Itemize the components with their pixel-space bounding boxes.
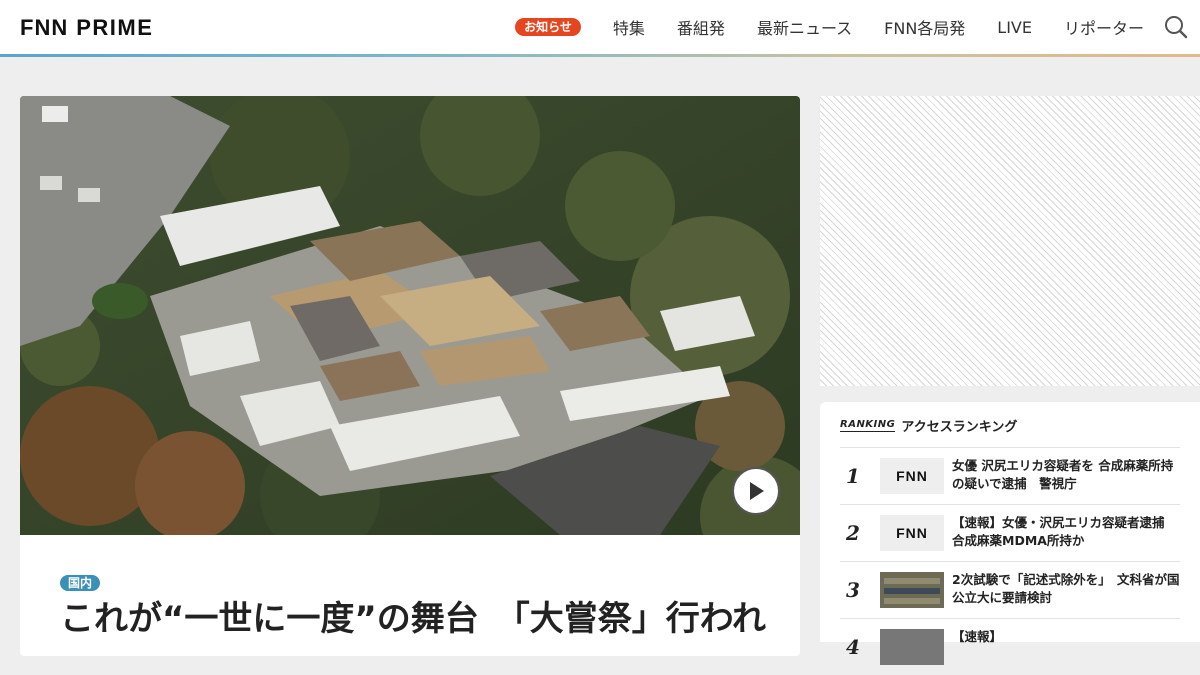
search-icon[interactable]: [1164, 15, 1188, 39]
article-category-badge[interactable]: 国内: [60, 575, 101, 591]
nav-item-programs[interactable]: 番組発: [677, 15, 725, 39]
ranking-number: 4: [846, 635, 860, 659]
ranking-thumbnail: FNN: [880, 458, 944, 494]
ranking-item[interactable]: 4 【速報】: [840, 618, 1180, 675]
nav-item-stations[interactable]: FNN各局発: [884, 15, 965, 39]
ranking-number: 1: [846, 464, 860, 488]
fnn-thumb-logo: FNN: [896, 468, 928, 484]
nav-item-features[interactable]: 特集: [613, 15, 645, 39]
nav-item-reporters[interactable]: リポーター: [1064, 15, 1144, 39]
ranking-header: RANKING アクセスランキング: [840, 416, 1017, 435]
header-gradient-line: [0, 54, 1200, 57]
access-ranking-panel: RANKING アクセスランキング 1 FNN 女優 沢尻エリカ容疑者を 合成麻…: [820, 402, 1200, 665]
ranking-list: 1 FNN 女優 沢尻エリカ容疑者を 合成麻薬所持の疑いで逮捕 警視庁 2 FN…: [840, 447, 1180, 675]
logo-prime: PRIME: [76, 15, 154, 40]
ranking-item[interactable]: 2 FNN 【速報】女優・沢尻エリカ容疑者逮捕 合成麻薬MDMA所持か: [840, 504, 1180, 561]
site-header: FNN PRIME お知らせ 特集 番組発 最新ニュース FNN各局発 LIVE…: [0, 0, 1200, 54]
top-article-card[interactable]: 国内 これが“一世に一度”の舞台 「大嘗祭」行われ: [20, 96, 800, 656]
fnn-thumb-logo: FNN: [896, 525, 928, 541]
ranking-title: アクセスランキング: [901, 420, 1018, 435]
ranking-thumbnail: FNN: [880, 515, 944, 551]
nav-item-latest-news[interactable]: 最新ニュース: [757, 15, 852, 39]
ranking-number: 3: [846, 578, 860, 602]
ranking-thumbnail: [880, 629, 944, 665]
ad-placeholder: [820, 96, 1200, 386]
logo-fnn: FNN: [20, 15, 68, 41]
ranking-item[interactable]: 1 FNN 女優 沢尻エリカ容疑者を 合成麻薬所持の疑いで逮捕 警視庁: [840, 447, 1180, 504]
ranking-item-title[interactable]: 【速報】女優・沢尻エリカ容疑者逮捕 合成麻薬MDMA所持か: [952, 514, 1184, 550]
video-play-button[interactable]: [732, 467, 780, 515]
meeting-photo-thumbnail: [880, 572, 944, 608]
ranking-item-title[interactable]: 【速報】: [952, 628, 1184, 646]
ranking-item-title[interactable]: 女優 沢尻エリカ容疑者を 合成麻薬所持の疑いで逮捕 警視庁: [952, 457, 1184, 493]
nav-item-live[interactable]: LIVE: [997, 18, 1032, 37]
article-headline[interactable]: これが“一世に一度”の舞台 「大嘗祭」行われ: [60, 596, 780, 642]
main-nav: お知らせ 特集 番組発 最新ニュース FNN各局発 LIVE リポーター: [515, 0, 1144, 54]
notice-badge[interactable]: お知らせ: [515, 18, 581, 36]
ranking-item[interactable]: 3 2次試験で「記述式除外を」 文科省が国公立大に要請検討: [840, 561, 1180, 618]
ranking-number: 2: [846, 521, 860, 545]
ranking-item-title[interactable]: 2次試験で「記述式除外を」 文科省が国公立大に要請検討: [952, 571, 1184, 607]
play-icon: [750, 482, 764, 500]
ranking-tag: RANKING: [840, 419, 896, 432]
ranking-thumbnail: [880, 572, 944, 608]
fnn-prime-logo[interactable]: FNN PRIME: [20, 14, 153, 42]
logo-letters: FNN: [20, 15, 69, 40]
article-hero-image[interactable]: [20, 96, 800, 576]
